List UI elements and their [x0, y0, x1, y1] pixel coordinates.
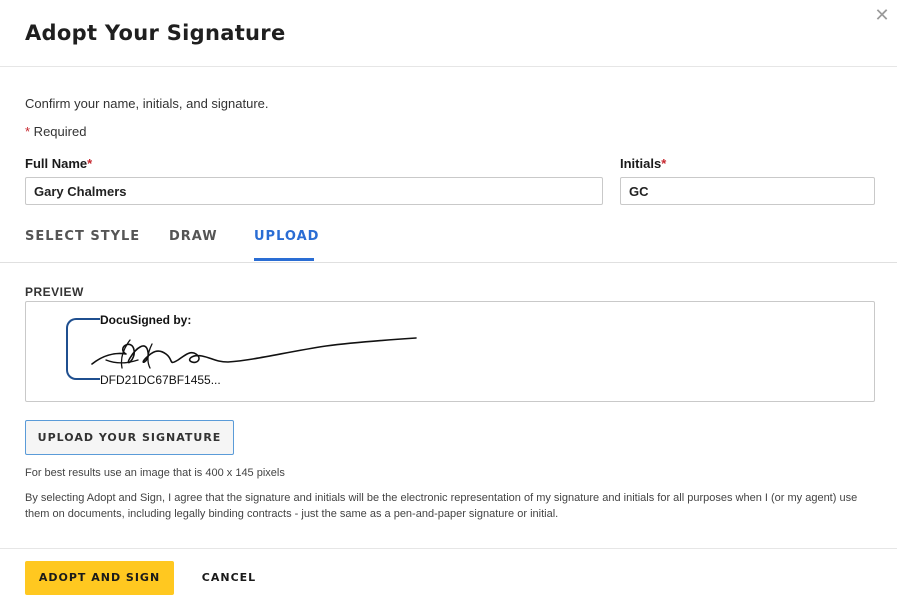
- envelope-id-text: DFD21DC67BF1455...: [100, 373, 221, 387]
- initials-input[interactable]: [620, 177, 875, 205]
- tab-select-style[interactable]: SELECT STYLE: [25, 229, 140, 244]
- required-star: *: [661, 156, 667, 171]
- initials-label: Initials*: [620, 156, 666, 171]
- adopt-and-sign-button[interactable]: ADOPT AND SIGN: [25, 561, 174, 595]
- legal-disclaimer: By selecting Adopt and Sign, I agree tha…: [25, 492, 858, 520]
- instructions-text: Confirm your name, initials, and signatu…: [25, 96, 269, 111]
- required-star: *: [87, 156, 93, 171]
- full-name-label-text: Full Name: [25, 156, 88, 171]
- signature-tabs: SELECT STYLE DRAW UPLOAD: [0, 220, 897, 263]
- bracket-top-tick: [92, 318, 100, 320]
- tab-upload[interactable]: UPLOAD: [254, 229, 319, 244]
- docusigned-by-text: DocuSigned by:: [100, 313, 192, 327]
- required-note: * Required: [25, 124, 86, 139]
- active-tab-indicator: [254, 258, 314, 261]
- tab-draw[interactable]: DRAW: [169, 229, 218, 244]
- preview-label: PREVIEW: [25, 285, 84, 299]
- dialog-title: Adopt Your Signature: [25, 21, 286, 45]
- bracket-bottom-tick: [92, 378, 100, 380]
- required-label: Required: [30, 124, 87, 139]
- upload-signature-button[interactable]: UPLOAD YOUR SIGNATURE: [25, 420, 234, 455]
- full-name-input[interactable]: [25, 177, 603, 205]
- adopt-signature-dialog: Adopt Your Signature ✕ Confirm your name…: [0, 0, 897, 606]
- dialog-header: Adopt Your Signature: [0, 0, 897, 67]
- signature-image: [91, 337, 417, 369]
- image-size-hint: For best results use an image that is 40…: [25, 467, 285, 479]
- signature-preview: DocuSigned by: DFD21DC67BF1455...: [25, 301, 875, 402]
- close-icon[interactable]: ✕: [870, 4, 894, 26]
- cancel-button[interactable]: CANCEL: [190, 561, 268, 595]
- initials-label-text: Initials: [620, 156, 662, 171]
- full-name-label: Full Name*: [25, 156, 92, 171]
- dialog-footer: ADOPT AND SIGN CANCEL: [0, 548, 897, 606]
